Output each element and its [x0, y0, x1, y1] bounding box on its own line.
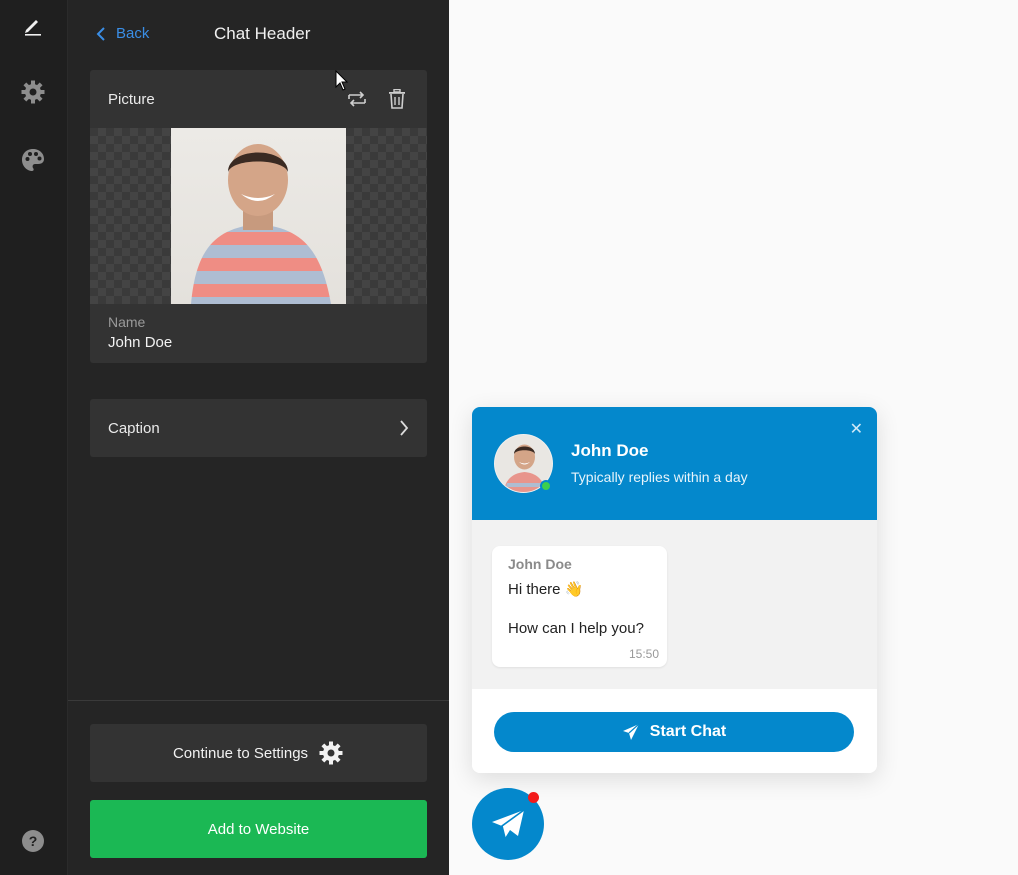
message-line: How can I help you?: [508, 620, 644, 637]
picture-card: Picture Name John Doe: [90, 70, 427, 363]
chevron-right-icon: [400, 420, 409, 436]
help-icon[interactable]: ?: [18, 826, 48, 856]
name-label: Name: [108, 314, 146, 330]
profile-photo: [171, 128, 346, 304]
online-indicator: [540, 480, 552, 492]
continue-settings-button[interactable]: Continue to Settings: [90, 724, 427, 782]
close-icon[interactable]: ✕: [850, 419, 863, 439]
agent-status: Typically replies within a day: [571, 469, 748, 485]
panel-header: Back Chat Header: [68, 0, 449, 70]
chat-footer: Start Chat: [472, 689, 877, 773]
chevron-left-icon: [96, 26, 105, 41]
icon-rail: ?: [0, 0, 68, 875]
gear-icon[interactable]: [18, 77, 48, 107]
chat-header: John Doe Typically replies within a day …: [472, 407, 877, 520]
send-icon: [622, 723, 640, 740]
message-bubble: John Doe Hi there 👋 How can I help you? …: [492, 546, 667, 667]
name-field[interactable]: Name John Doe: [90, 304, 427, 361]
message-time: 15:50: [628, 647, 659, 661]
message-line: Hi there 👋: [508, 581, 584, 598]
caption-item[interactable]: Caption: [90, 399, 427, 457]
name-value[interactable]: John Doe: [108, 334, 409, 351]
chat-widget: John Doe Typically replies within a day …: [472, 407, 877, 773]
start-chat-button[interactable]: Start Chat: [494, 712, 854, 752]
palette-icon[interactable]: [18, 145, 48, 175]
picture-label: Picture: [108, 90, 155, 108]
trash-icon[interactable]: [385, 87, 409, 111]
mouse-cursor-icon: [335, 70, 349, 91]
add-to-website-button[interactable]: Add to Website: [90, 800, 427, 858]
continue-settings-label: Continue to Settings: [172, 744, 309, 762]
svg-text:?: ?: [29, 833, 38, 849]
telegram-icon: [492, 809, 525, 839]
start-chat-label: Start Chat: [649, 723, 727, 740]
editor-panel: Back Chat Header Picture Name John Doe C…: [68, 0, 449, 875]
pencil-icon[interactable]: [18, 10, 48, 40]
notification-dot: [528, 792, 539, 803]
back-button[interactable]: Back: [96, 25, 149, 42]
page-title: Chat Header: [214, 24, 311, 43]
caption-label: Caption: [108, 419, 160, 437]
message-sender: John Doe: [508, 556, 572, 572]
chat-body: John Doe Hi there 👋 How can I help you? …: [472, 520, 877, 689]
back-label: Back: [116, 25, 150, 42]
picture-preview[interactable]: [90, 128, 427, 304]
gear-icon: [319, 741, 343, 765]
agent-name: John Doe: [571, 441, 649, 460]
divider: [68, 700, 449, 701]
